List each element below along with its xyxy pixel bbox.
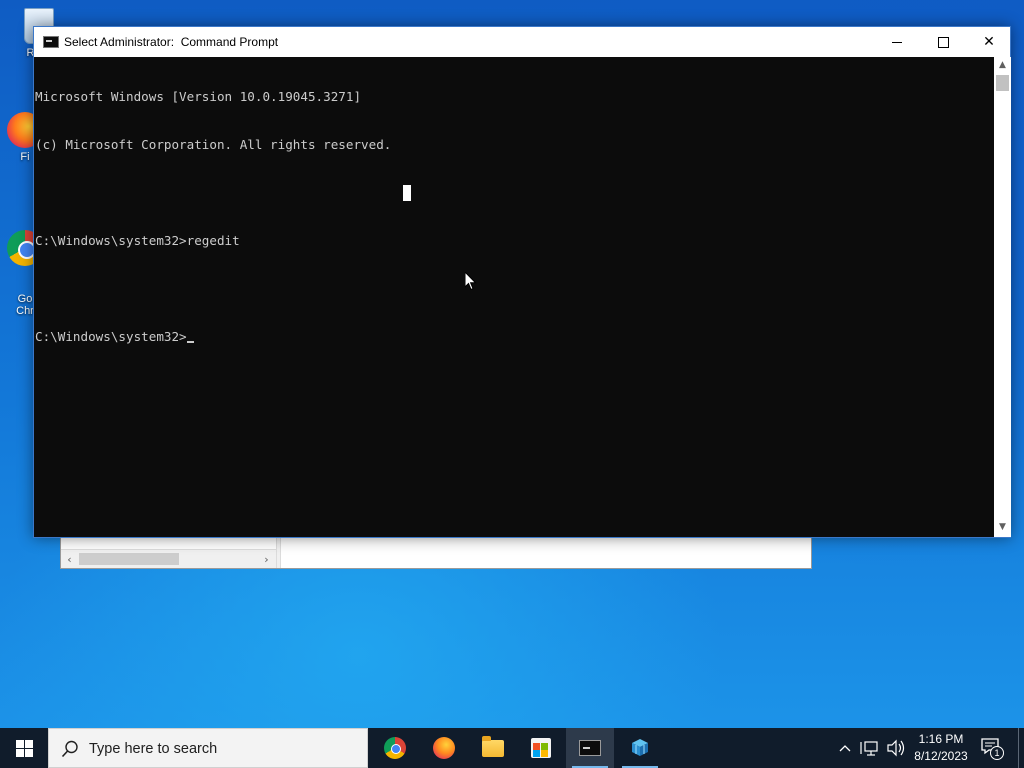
- window-titlebar[interactable]: Select Administrator: Command Prompt ✕: [34, 27, 1010, 57]
- volume-button[interactable]: [886, 728, 906, 768]
- tree-horizontal-scrollbar[interactable]: ‹ ›: [61, 549, 276, 568]
- network-icon: [860, 741, 878, 756]
- windows-logo-icon: [16, 740, 33, 757]
- minimize-button[interactable]: [874, 27, 920, 57]
- console-prompt-line[interactable]: C:\Windows\system32>: [35, 329, 994, 345]
- notification-badge: 1: [990, 746, 1004, 760]
- console-line: (c) Microsoft Corporation. All rights re…: [35, 137, 392, 152]
- network-button[interactable]: [860, 728, 882, 768]
- taskbar-app-command-prompt[interactable]: [566, 728, 614, 768]
- search-icon: [61, 740, 78, 758]
- regedit-icon: [632, 739, 648, 756]
- clock-time: 1:16 PM: [918, 732, 964, 746]
- taskbar-search-box[interactable]: Type here to search: [48, 728, 368, 768]
- speaker-icon: [887, 739, 905, 757]
- store-icon: [531, 738, 551, 758]
- taskbar-app-registry-editor[interactable]: [616, 728, 664, 768]
- taskbar: Type here to search 1:16 PM 8/12/2023 1: [0, 728, 1024, 768]
- console-icon[interactable]: [43, 36, 59, 48]
- scroll-right-arrow-icon[interactable]: ›: [258, 550, 275, 569]
- taskbar-clock[interactable]: 1:16 PM 8/12/2023: [908, 731, 974, 765]
- scroll-thumb[interactable]: [996, 75, 1009, 91]
- taskbar-app-file-explorer[interactable]: [469, 728, 517, 768]
- text-cursor: [186, 341, 194, 343]
- console-output[interactable]: Microsoft Windows [Version 10.0.19045.32…: [35, 57, 994, 537]
- show-hidden-icons-button[interactable]: [838, 728, 856, 768]
- scroll-left-arrow-icon[interactable]: ‹: [61, 550, 78, 569]
- taskbar-app-chrome[interactable]: [371, 728, 419, 768]
- folder-icon: [482, 736, 504, 757]
- console-vertical-scrollbar[interactable]: ▲ ▼: [994, 57, 1011, 537]
- show-desktop-button[interactable]: [1018, 728, 1024, 768]
- console-prompt: C:\Windows\system32>: [35, 329, 187, 344]
- chevron-up-icon: [839, 745, 851, 752]
- maximize-button[interactable]: [920, 27, 966, 57]
- scroll-thumb[interactable]: [79, 553, 179, 565]
- scroll-down-arrow-icon[interactable]: ▼: [994, 519, 1011, 536]
- cmd-icon: [579, 740, 601, 756]
- scroll-up-arrow-icon[interactable]: ▲: [994, 57, 1011, 74]
- action-center-button[interactable]: 1: [980, 736, 1004, 760]
- clock-date: 8/12/2023: [914, 749, 968, 763]
- command-prompt-window[interactable]: Select Administrator: Command Prompt ✕ M…: [33, 26, 1011, 538]
- taskbar-app-store[interactable]: [517, 728, 565, 768]
- start-button[interactable]: [0, 728, 48, 768]
- close-button[interactable]: ✕: [966, 27, 1012, 57]
- ibeam-cursor-icon: [403, 185, 411, 201]
- taskbar-app-firefox[interactable]: [420, 728, 468, 768]
- search-placeholder: Type here to search: [89, 741, 218, 757]
- window-title: Select Administrator: Command Prompt: [64, 35, 279, 49]
- firefox-icon: [433, 737, 455, 759]
- chrome-icon: [384, 737, 406, 759]
- console-line: Microsoft Windows [Version 10.0.19045.32…: [35, 89, 362, 104]
- console-line: C:\Windows\system32>regedit: [35, 233, 240, 248]
